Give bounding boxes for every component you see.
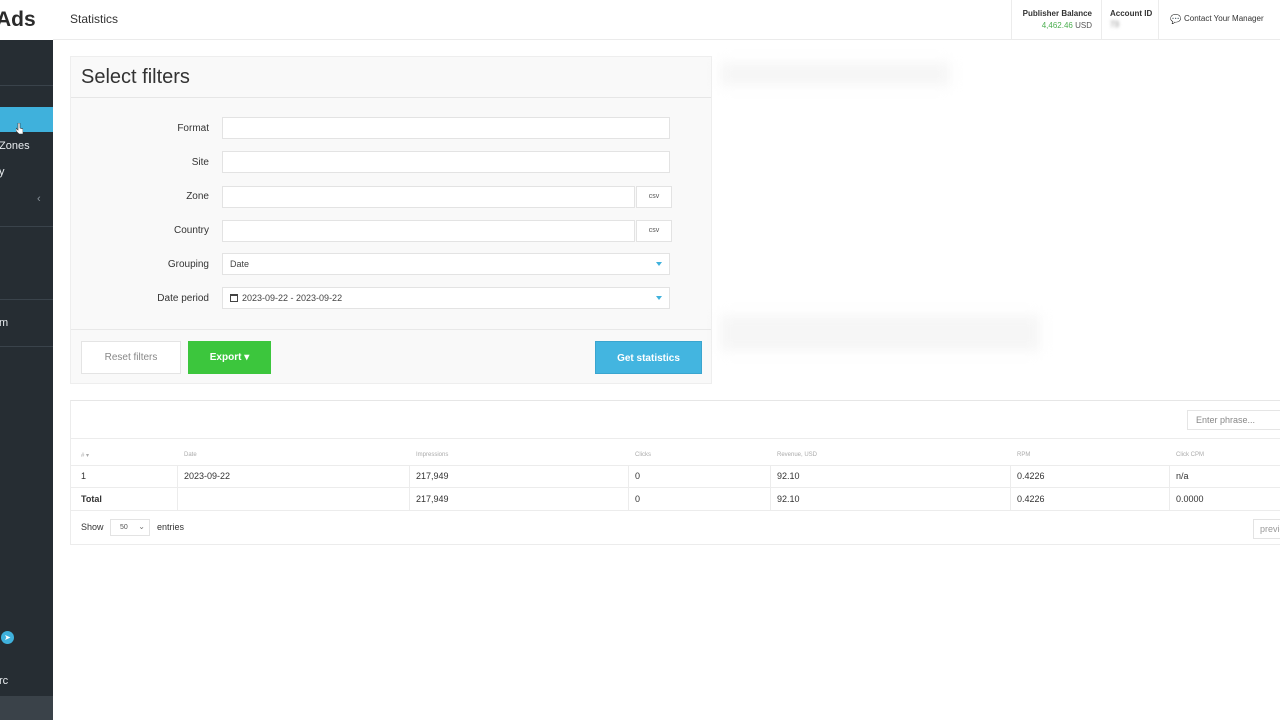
- caret-down-icon: [656, 296, 662, 300]
- cell-rpm: 0.4226: [1017, 471, 1045, 481]
- statistics-table: Enter phrase... # ▾ Date Impressions Cli…: [70, 400, 1280, 545]
- col-header-date[interactable]: Date: [184, 452, 197, 458]
- contact-label: Contact Your Manager: [1184, 14, 1264, 23]
- mouse-pointer-icon: [16, 123, 23, 134]
- reset-filters-button[interactable]: Reset filters: [81, 341, 181, 374]
- account-label: Account ID: [1110, 9, 1153, 18]
- total-clicks: 0: [635, 494, 641, 504]
- sidebar-item-partial-2[interactable]: m: [0, 317, 8, 329]
- page-title: Statistics: [70, 12, 119, 26]
- period-label: Date period: [157, 293, 209, 304]
- total-revenue: 92.10: [777, 494, 800, 504]
- cell-click-cpm: n/a: [1176, 471, 1189, 481]
- get-statistics-button[interactable]: Get statistics: [595, 341, 702, 374]
- export-button[interactable]: Export ▾: [188, 341, 271, 374]
- total-impressions: 217,949: [416, 494, 449, 504]
- table-divider: [71, 487, 1280, 488]
- cell-impressions: 217,949: [416, 471, 449, 481]
- balance-currency: USD: [1075, 21, 1092, 30]
- total-click-cpm: 0.0000: [1176, 494, 1204, 504]
- date-period-select[interactable]: 2023-09-22 - 2023-09-22: [222, 287, 670, 309]
- balance-amount: 4,462.46: [1041, 21, 1073, 30]
- chat-icon: 💬: [1170, 14, 1182, 24]
- account-value: 73: [1110, 20, 1119, 29]
- filters-title: Select filters: [81, 66, 190, 88]
- sidebar-divider: [0, 299, 53, 300]
- panel-divider: [71, 329, 711, 330]
- sidebar-divider: [0, 85, 53, 86]
- column-separator: [177, 465, 178, 511]
- table-divider: [71, 465, 1280, 466]
- sidebar-divider: [0, 226, 53, 227]
- column-separator: [628, 465, 629, 511]
- zone-input[interactable]: [222, 186, 635, 208]
- total-rpm: 0.4226: [1017, 494, 1045, 504]
- col-header-rpm[interactable]: RPM: [1017, 452, 1030, 458]
- sidebar-footer: [0, 696, 53, 720]
- blurred-area: [720, 62, 950, 86]
- grouping-value: Date: [230, 259, 250, 269]
- brand-logo[interactable]: Ads: [0, 0, 53, 40]
- col-header-clicks[interactable]: Clicks: [635, 452, 651, 458]
- sidebar-divider: [0, 346, 53, 347]
- cell-clicks: 0: [635, 471, 641, 481]
- site-input[interactable]: [222, 151, 670, 173]
- country-input[interactable]: [222, 220, 635, 242]
- entries-label: entries: [157, 522, 185, 532]
- search-input[interactable]: Enter phrase...: [1187, 410, 1280, 430]
- logo-text: Ads: [0, 8, 36, 31]
- sidebar-item-zones[interactable]: Zones: [0, 140, 30, 152]
- grouping-select[interactable]: Date: [222, 253, 670, 275]
- total-label: Total: [81, 494, 102, 504]
- col-header-revenue[interactable]: Revenue, USD: [777, 452, 817, 458]
- column-separator: [770, 465, 771, 511]
- page-size-select[interactable]: 50 ⌄: [110, 519, 150, 536]
- telegram-icon[interactable]: ➤: [1, 631, 14, 644]
- cell-revenue: 92.10: [777, 471, 800, 481]
- sidebar: Ads Zones y ‹ m ➤ rc: [0, 0, 53, 720]
- site-label: Site: [191, 157, 209, 168]
- balance-value: 4,462.46 USD: [1042, 21, 1092, 30]
- country-label: Country: [173, 225, 209, 236]
- page-size-value: 50: [120, 524, 128, 531]
- previous-page-button[interactable]: previous: [1253, 519, 1280, 539]
- account-id[interactable]: Account ID 73: [1101, 0, 1159, 39]
- format-input[interactable]: [222, 117, 670, 139]
- format-label: Format: [177, 123, 209, 134]
- country-csv-button[interactable]: csv: [636, 220, 672, 242]
- sidebar-item-active[interactable]: [0, 107, 53, 132]
- sidebar-item-partial[interactable]: y: [0, 166, 5, 178]
- blurred-area: [720, 315, 1040, 351]
- column-separator: [1010, 465, 1011, 511]
- zone-label: Zone: [186, 191, 209, 202]
- col-header-index[interactable]: # ▾: [81, 452, 89, 459]
- cell-index: 1: [81, 471, 87, 481]
- cell-date: 2023-09-22: [184, 471, 231, 481]
- column-separator: [1169, 465, 1170, 511]
- col-header-click-cpm[interactable]: Click CPM: [1176, 452, 1204, 458]
- period-value: 2023-09-22 - 2023-09-22: [242, 293, 343, 303]
- contact-manager-link[interactable]: 💬 Contact Your Manager: [1158, 0, 1280, 39]
- column-separator: [409, 465, 410, 511]
- caret-down-icon: [656, 262, 662, 266]
- col-header-impressions[interactable]: Impressions: [416, 452, 448, 458]
- publisher-balance[interactable]: Publisher Balance 4,462.46 USD: [1011, 0, 1102, 39]
- table-divider: [71, 438, 1280, 439]
- zone-csv-button[interactable]: csv: [636, 186, 672, 208]
- table-divider: [71, 510, 1280, 511]
- top-bar: Statistics Publisher Balance 4,462.46 US…: [53, 0, 1280, 40]
- chevron-left-icon[interactable]: ‹: [37, 193, 41, 205]
- grouping-label: Grouping: [167, 259, 209, 270]
- chevron-down-icon: ⌄: [138, 522, 145, 531]
- calendar-icon: [230, 294, 238, 302]
- show-label: Show: [81, 522, 104, 532]
- balance-label: Publisher Balance: [1022, 9, 1092, 18]
- sidebar-item-partial-3[interactable]: rc: [0, 675, 8, 687]
- filters-panel: Select filters Format Site Zone csv Coun…: [70, 56, 712, 384]
- filters-header: Select filters: [71, 57, 711, 98]
